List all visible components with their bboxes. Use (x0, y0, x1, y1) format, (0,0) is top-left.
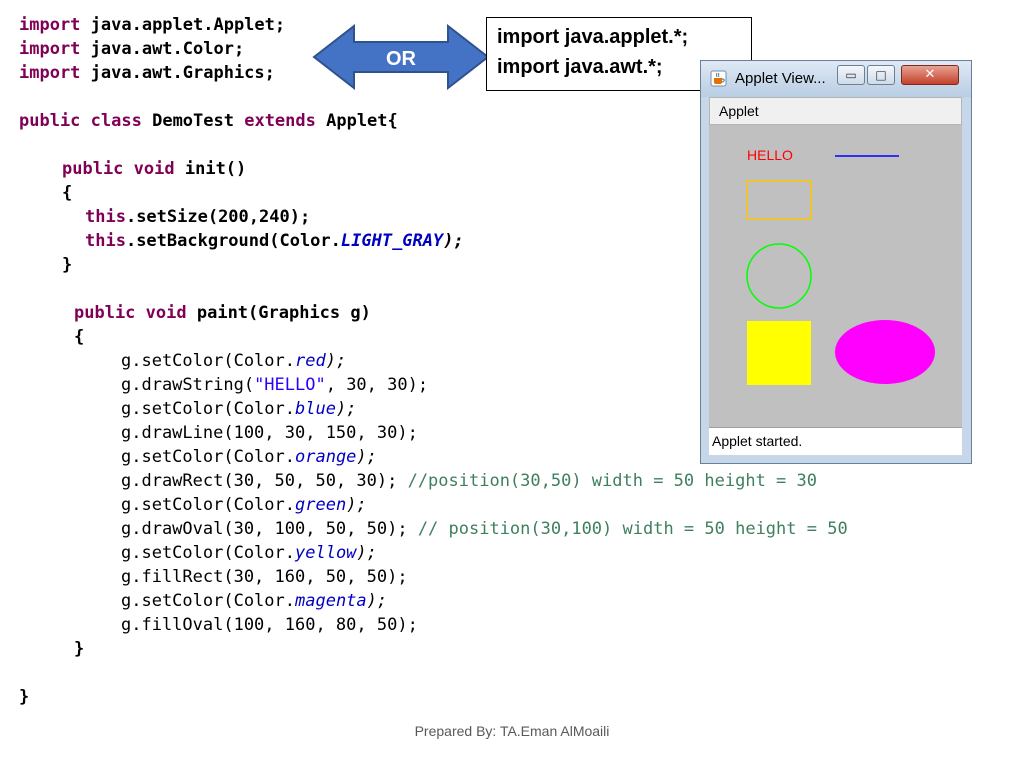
code-line-init-close-brace: } (62, 255, 73, 275)
applet-status-bar: Applet started. (709, 427, 962, 455)
code-line-import-color: import java.awt.Color; (19, 39, 245, 59)
window-title: Applet View... (735, 70, 826, 87)
code-line-set-color-magenta: g.setColor(Color.magenta); (121, 591, 388, 611)
green-circle-outline (746, 243, 812, 309)
code-line-import-applet: import java.applet.Applet; (19, 15, 286, 35)
code-line-set-color-blue: g.setColor(Color.blue); (121, 399, 357, 419)
footer-credit: Prepared By: TA.Eman AlMoaili (414, 723, 610, 739)
java-cup-icon (710, 70, 727, 87)
or-label: OR (386, 48, 417, 70)
menu-applet[interactable]: Applet (719, 103, 759, 119)
code-line-set-size: this.setSize(200,240); (85, 207, 311, 227)
magenta-filled-oval (835, 320, 935, 384)
code-line-set-color-orange: g.setColor(Color.orange); (121, 447, 377, 467)
minimize-button[interactable]: ▭ (837, 65, 865, 85)
code-line-class-declaration: public class DemoTest extends Applet{ (19, 111, 398, 131)
code-line-draw-oval: g.drawOval(30, 100, 50, 50); // position… (121, 519, 848, 539)
applet-viewer-window: Applet View... ▭ □ ✕ Applet HELLO Applet… (700, 60, 972, 464)
import-applet-wildcard: import java.applet.*; (497, 26, 689, 48)
code-line-import-graphics: import java.awt.Graphics; (19, 63, 275, 83)
maximize-button[interactable]: □ (867, 65, 895, 85)
code-line-draw-string: g.drawString("HELLO", 30, 30); (121, 375, 429, 395)
code-line-set-color-yellow: g.setColor(Color.yellow); (121, 543, 377, 563)
applet-canvas: HELLO (709, 125, 962, 427)
status-text: Applet started. (712, 433, 803, 449)
window-title-bar[interactable]: Applet View... ▭ □ ✕ (701, 61, 971, 97)
code-line-init-signature: public void init() (62, 159, 247, 179)
code-line-paint-signature: public void paint(Graphics g) (74, 303, 371, 323)
close-button[interactable]: ✕ (901, 65, 959, 85)
code-line-fill-oval: g.fillOval(100, 160, 80, 50); (121, 615, 418, 635)
code-line-draw-rect: g.drawRect(30, 50, 50, 30); //position(3… (121, 471, 817, 491)
code-line-class-close-brace: } (19, 687, 30, 707)
code-line-paint-open-brace: { (74, 327, 85, 347)
maximize-icon: □ (875, 68, 887, 82)
yellow-filled-rect (747, 321, 811, 385)
code-line-draw-line: g.drawLine(100, 30, 150, 30); (121, 423, 418, 443)
minimize-icon: ▭ (845, 68, 857, 82)
code-line-init-open-brace: { (62, 183, 73, 203)
applet-menu-bar: Applet (709, 97, 962, 125)
code-line-fill-rect: g.fillRect(30, 160, 50, 50); (121, 567, 408, 587)
hello-text: HELLO (747, 147, 793, 163)
or-double-arrow: OR (312, 23, 490, 91)
code-line-set-color-green: g.setColor(Color.green); (121, 495, 367, 515)
close-icon: ✕ (924, 67, 936, 82)
code-line-set-background: this.setBackground(Color.LIGHT_GRAY); (85, 231, 464, 251)
import-awt-wildcard: import java.awt.*; (497, 56, 663, 78)
code-line-set-color-red: g.setColor(Color.red); (121, 351, 347, 371)
code-line-paint-close-brace: } (74, 639, 85, 659)
orange-rect-outline (746, 180, 812, 220)
